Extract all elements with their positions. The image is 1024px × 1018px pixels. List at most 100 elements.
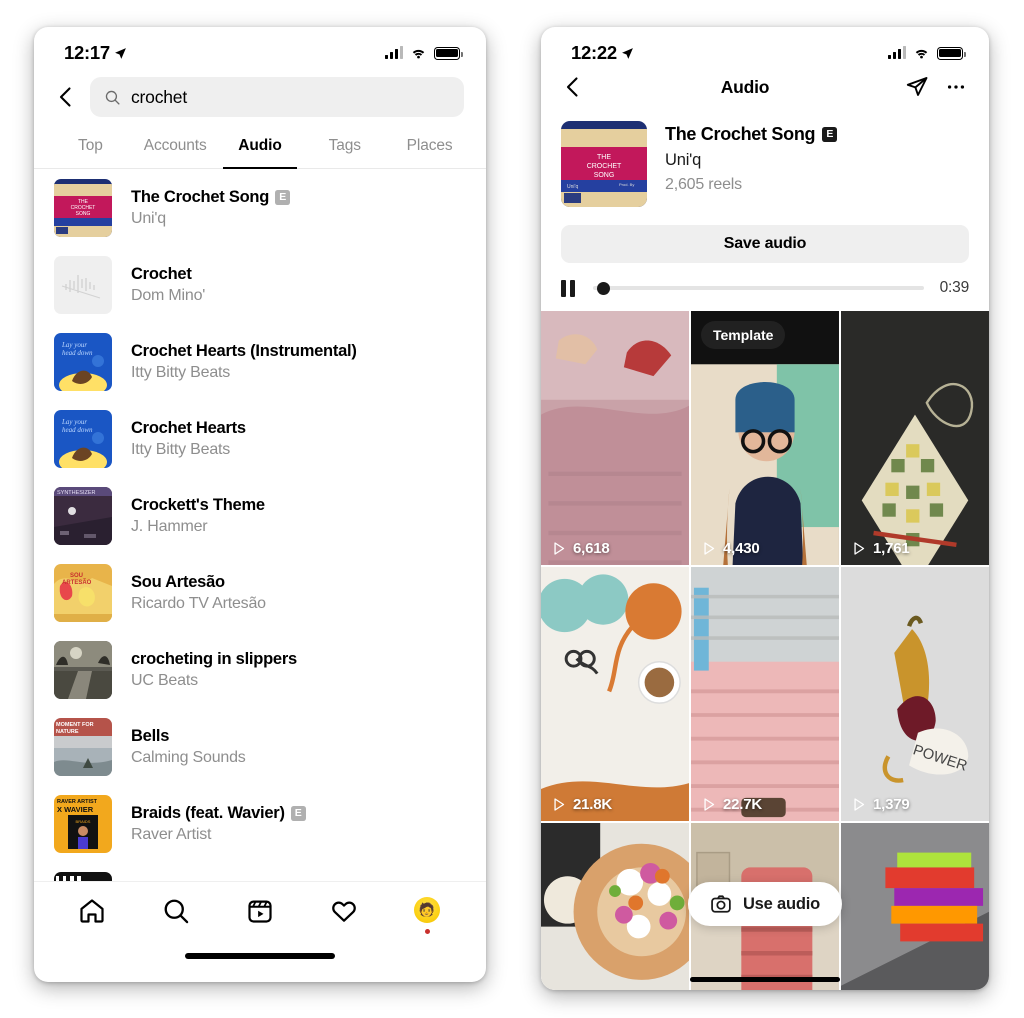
reel-thumbnail [841, 823, 989, 990]
svg-text:SONG: SONG [76, 211, 91, 217]
tab-accounts[interactable]: Accounts [133, 131, 218, 168]
reel-thumbnail [541, 311, 689, 565]
album-art: SYNTHESIZER [54, 486, 112, 545]
list-item[interactable]: crocheting in slippers UC Beats [34, 631, 486, 708]
reel-cell[interactable] [841, 823, 989, 990]
play-count-text: 4,430 [723, 540, 760, 557]
home-icon[interactable] [78, 897, 106, 925]
status-bar-left: 12:17 [34, 27, 486, 73]
list-item[interactable]: Crochet (feat. Kidd Razcal) E [34, 862, 486, 881]
wifi-icon [412, 49, 425, 58]
svg-text:SYNTHESIZER: SYNTHESIZER [57, 490, 96, 496]
track-title: Bells [131, 727, 246, 746]
track-title: Braids (feat. Wavier) E [131, 804, 306, 823]
reels-icon[interactable] [246, 897, 274, 925]
audio-scrubber[interactable] [593, 281, 924, 295]
list-item[interactable]: MOMENT FOR NATURE Bells Calming Sounds [34, 708, 486, 785]
list-item[interactable]: Crochet Dom Mino' [34, 246, 486, 323]
back-chevron-icon[interactable] [54, 85, 78, 109]
reel-thumbnail [841, 311, 989, 565]
save-audio-button[interactable]: Save audio [561, 225, 969, 263]
heart-icon[interactable] [330, 897, 358, 925]
svg-text:X WAVIER: X WAVIER [57, 805, 94, 814]
bottom-tab-bar: 🧑 [34, 881, 486, 939]
search-tabs: Top Accounts Audio Tags Places [34, 131, 486, 169]
play-icon [854, 542, 865, 555]
svg-text:Lay your: Lay your [61, 341, 87, 349]
album-art [54, 871, 112, 881]
search-query-text: crochet [131, 86, 187, 107]
search-input[interactable]: crochet [90, 77, 464, 117]
tab-top[interactable]: Top [48, 131, 133, 168]
reel-thumbnail [691, 567, 839, 821]
reel-cell[interactable]: POWER 1,379 [841, 567, 989, 821]
album-art-large: THE CROCHET SONG Uni'q Prod. By [561, 121, 647, 207]
reel-cell[interactable]: 22.7K [691, 567, 839, 821]
use-audio-button[interactable]: Use audio [687, 882, 843, 926]
play-icon [704, 798, 715, 811]
album-art: MOMENT FOR NATURE [54, 717, 112, 776]
reel-cell[interactable]: 6,618 [541, 311, 689, 565]
reel-cell[interactable]: 21.8K [541, 567, 689, 821]
status-clock: 12:17 [64, 42, 127, 64]
tab-places[interactable]: Places [387, 131, 472, 168]
list-item[interactable]: SYNTHESIZER Crockett's Theme J. Hammer [34, 477, 486, 554]
search-header: crochet [34, 73, 486, 131]
play-icon [554, 542, 565, 555]
svg-text:MOMENT FOR: MOMENT FOR [56, 722, 94, 728]
reel-cell[interactable]: Template 4,430 [691, 311, 839, 565]
svg-text:NATURE: NATURE [56, 729, 79, 735]
home-indicator [690, 976, 840, 982]
nav-header: Audio [541, 73, 989, 115]
track-artist: Calming Sounds [131, 748, 246, 766]
profile-avatar[interactable]: 🧑 [414, 896, 442, 934]
reel-thumbnail [691, 311, 839, 565]
album-art: RAVER ARTIST X WAVIER BRAIDS [54, 794, 112, 853]
status-clock: 12:22 [571, 42, 634, 64]
track-meta: Crochet Hearts Itty Bitty Beats [131, 419, 246, 459]
track-artist: Raver Artist [131, 825, 212, 843]
search-icon[interactable] [162, 897, 190, 925]
track-artist: J. Hammer [131, 517, 208, 535]
reel-cell[interactable]: 1,761 [841, 311, 989, 565]
tab-tags[interactable]: Tags [302, 131, 387, 168]
list-item[interactable]: THE CROCHET SONG The Crochet Song E Uni'… [34, 169, 486, 246]
notification-dot [425, 928, 430, 934]
track-title: Crochet Hearts (Instrumental) [131, 342, 357, 361]
signal-icon [887, 46, 906, 59]
reel-thumbnail [541, 823, 689, 990]
audio-detail: THE CROCHET SONG Uni'q Prod. By The Croc… [541, 115, 989, 311]
location-arrow-icon [621, 43, 634, 65]
list-item[interactable]: RAVER ARTIST X WAVIER BRAIDS Braids (fea… [34, 785, 486, 862]
reel-thumbnail [541, 567, 689, 821]
reel-cell[interactable] [541, 823, 689, 990]
play-count-text: 1,761 [873, 540, 910, 557]
list-item[interactable]: SOU ARTESÃO Sou Artesão Ricardo TV Artes… [34, 554, 486, 631]
more-dots-icon[interactable] [945, 76, 967, 98]
battery-icon [937, 46, 966, 60]
play-count-text: 21.8K [573, 796, 613, 813]
back-chevron-icon[interactable] [561, 75, 585, 99]
album-art: Lay your head down [54, 409, 112, 468]
svg-text:Prod. By: Prod. By [619, 182, 634, 187]
track-title: Crochet Hearts [131, 419, 246, 438]
status-icons [384, 46, 463, 60]
list-item[interactable]: Lay your head down Crochet Hearts (Instr… [34, 323, 486, 400]
share-paperplane-icon[interactable] [905, 75, 929, 99]
scrubber-knob[interactable] [597, 281, 610, 295]
track-title-text: Braids (feat. Wavier) [131, 803, 285, 822]
play-count: 1,379 [851, 796, 910, 813]
pause-icon[interactable] [561, 279, 577, 297]
track-title-text: Crochet Hearts [131, 418, 246, 437]
explicit-badge: E [290, 805, 306, 821]
track-meta: Braids (feat. Wavier) E Raver Artist [131, 804, 306, 844]
explicit-badge: E [275, 189, 291, 205]
status-bar-right: 12:22 [541, 27, 989, 73]
track-artist: Uni'q [131, 209, 166, 227]
tab-audio[interactable]: Audio [218, 131, 303, 168]
track-title-text: Crockett's Theme [131, 495, 265, 514]
status-icons [887, 46, 966, 60]
track-title-text: crocheting in slippers [131, 649, 297, 668]
play-count: 6,618 [551, 540, 610, 557]
list-item[interactable]: Lay your head down Crochet Hearts Itty B… [34, 400, 486, 477]
